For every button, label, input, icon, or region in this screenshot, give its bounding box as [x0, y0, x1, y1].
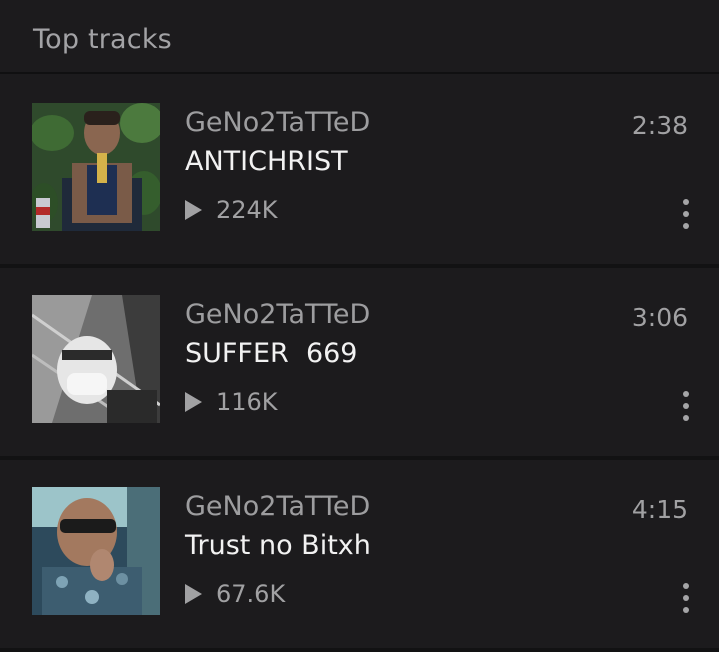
play-count: 224K	[185, 196, 278, 224]
track-row[interactable]: GeNo2TaTTeD Trust no Bitxh 67.6K 4:15	[0, 458, 719, 652]
track-artwork[interactable]	[32, 103, 160, 231]
track-artwork[interactable]	[32, 295, 160, 423]
track-title[interactable]: ANTICHRIST	[185, 146, 348, 177]
track-artwork[interactable]	[32, 487, 160, 615]
track-duration: 4:15	[631, 495, 688, 524]
play-count-value: 67.6K	[216, 580, 286, 608]
track-row[interactable]: GeNo2TaTTeD ANTICHRIST 224K 2:38	[0, 74, 719, 268]
play-icon	[185, 200, 202, 220]
track-duration: 3:06	[631, 303, 688, 332]
more-options-icon[interactable]	[679, 199, 693, 229]
play-count-value: 224K	[216, 196, 278, 224]
section-header: Top tracks	[0, 0, 719, 74]
more-options-icon[interactable]	[679, 391, 693, 421]
track-title[interactable]: SUFFER 669	[185, 338, 357, 369]
play-icon	[185, 392, 202, 412]
track-duration: 2:38	[631, 111, 688, 140]
track-row[interactable]: GeNo2TaTTeD SUFFER 669 116K 3:06	[0, 266, 719, 460]
more-options-icon[interactable]	[679, 583, 693, 613]
play-count-value: 116K	[216, 388, 278, 416]
play-icon	[185, 584, 202, 604]
track-artist[interactable]: GeNo2TaTTeD	[185, 107, 370, 138]
track-artist[interactable]: GeNo2TaTTeD	[185, 299, 370, 330]
track-title[interactable]: Trust no Bitxh	[185, 530, 371, 561]
track-artist[interactable]: GeNo2TaTTeD	[185, 491, 370, 522]
play-count: 67.6K	[185, 580, 285, 608]
section-title: Top tracks	[33, 24, 172, 55]
play-count: 116K	[185, 388, 278, 416]
